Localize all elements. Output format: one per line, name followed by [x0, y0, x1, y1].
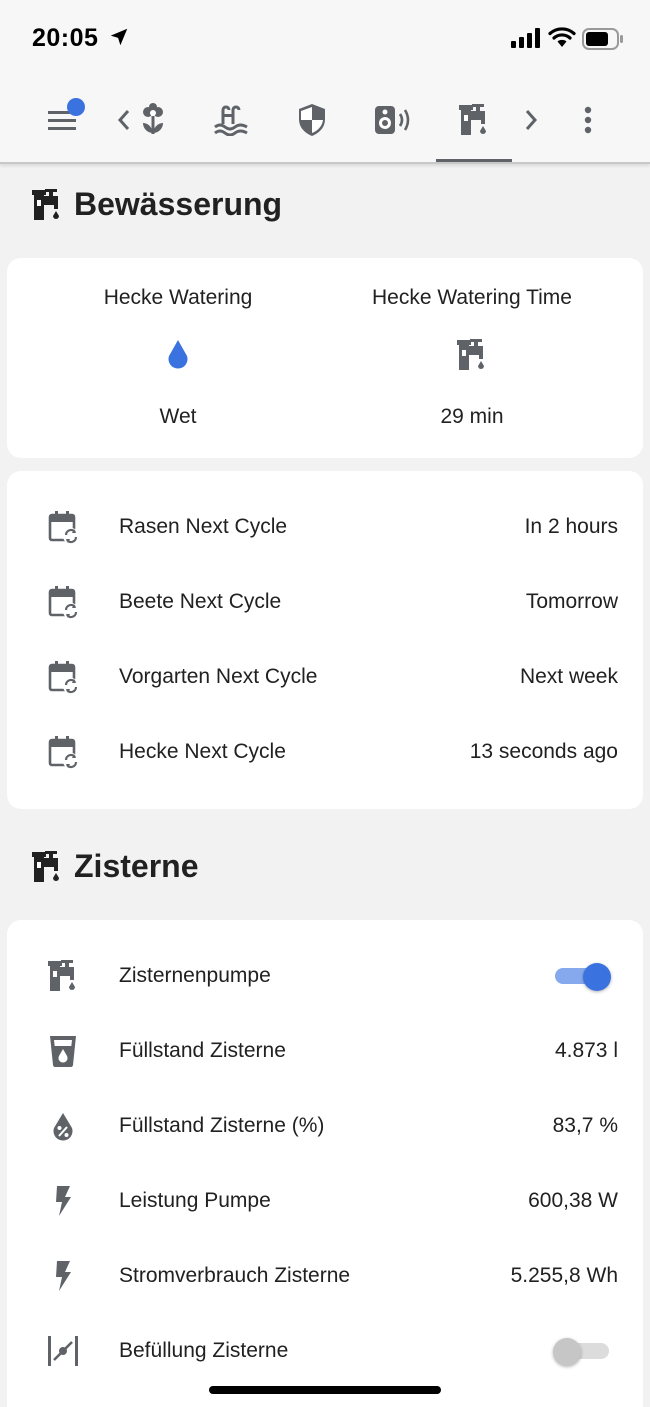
section-title-bewaesserung: Bewässerung: [30, 186, 282, 223]
speaker-icon: [375, 106, 410, 134]
calendar-sync-icon: [48, 510, 79, 544]
entity-row-befuellung-zisterne[interactable]: Befüllung Zisterne: [7, 1313, 643, 1388]
entity-row-zisternenpumpe[interactable]: Zisternenpumpe: [7, 938, 643, 1013]
tab-pool[interactable]: [209, 98, 253, 142]
cellular-signal-icon: [511, 28, 540, 48]
view-tabs-toolbar: [0, 78, 650, 164]
section-title-text: Bewässerung: [74, 186, 283, 222]
more-options-button[interactable]: [566, 98, 610, 142]
entity-name: Leistung Pumpe: [119, 1188, 271, 1212]
entity-name: Beete Next Cycle: [119, 589, 282, 613]
status-time: 20:05: [32, 24, 99, 52]
flash-icon: [56, 1185, 71, 1216]
more-vert-icon: [584, 106, 592, 134]
entity-row-leistung-pumpe[interactable]: Leistung Pumpe 600,38 W: [7, 1163, 643, 1238]
calendar-sync-icon: [48, 660, 79, 694]
water-pump-icon: [48, 959, 75, 991]
water-pump-icon: [32, 188, 59, 220]
entity-name: Füllstand Zisterne: [119, 1038, 286, 1062]
tab-garden[interactable]: [131, 98, 175, 142]
pool-icon: [214, 105, 248, 136]
zisternenpumpe-toggle[interactable]: [553, 962, 611, 991]
home-indicator[interactable]: [209, 1386, 441, 1394]
entity-name: Rasen Next Cycle: [119, 514, 288, 538]
water-pump-icon: [32, 850, 59, 882]
entity-name: Hecke Next Cycle: [119, 739, 286, 763]
next-cycle-card: Rasen Next Cycle In 2 hours Beete Next C…: [7, 471, 643, 809]
entity-row-stromverbrauch-zisterne[interactable]: Stromverbrauch Zisterne 5.255,8 Wh: [7, 1238, 643, 1313]
glance-entity-state: 29 min: [440, 405, 504, 428]
valve-icon: [48, 1335, 78, 1366]
scroll-tabs-right-button[interactable]: [511, 98, 551, 142]
location-arrow-icon: [110, 28, 128, 46]
entity-state: Next week: [519, 664, 618, 688]
zisterne-card: Zisternenpumpe Füllstand Zisterne 4.873 …: [7, 920, 643, 1407]
flower-icon: [143, 103, 163, 134]
chevron-left-icon: [117, 110, 130, 130]
entity-state: 83,7 %: [552, 1113, 618, 1137]
befuellung-zisterne-toggle[interactable]: [553, 1337, 611, 1366]
water-percent-icon: [53, 1112, 73, 1141]
section-title-zisterne: Zisterne: [30, 848, 198, 885]
entity-state: Tomorrow: [525, 589, 618, 613]
entity-name: Füllstand Zisterne (%): [119, 1113, 325, 1137]
calendar-sync-icon: [48, 585, 79, 619]
entity-name: Stromverbrauch Zisterne: [119, 1263, 351, 1287]
entity-row-hecke-next-cycle[interactable]: Hecke Next Cycle 13 seconds ago: [7, 714, 643, 789]
entity-row-rasen-next-cycle[interactable]: Rasen Next Cycle In 2 hours: [7, 489, 643, 564]
active-tab-indicator: [436, 159, 512, 162]
shield-icon: [299, 104, 325, 136]
tab-security[interactable]: [290, 98, 334, 142]
entity-name: Vorgarten Next Cycle: [119, 664, 318, 688]
tab-media[interactable]: [371, 98, 415, 142]
glance-entity-name: Hecke Watering: [103, 286, 253, 309]
water-drop-icon: [168, 340, 188, 369]
battery-icon: [582, 28, 623, 50]
entity-row-fuellstand-zisterne-prozent[interactable]: Füllstand Zisterne (%) 83,7 %: [7, 1088, 643, 1163]
flash-icon: [56, 1260, 71, 1291]
glance-entity-name: Hecke Watering Time: [372, 286, 572, 309]
entity-name: Zisternenpumpe: [119, 963, 271, 987]
entity-state: 5.255,8 Wh: [510, 1263, 618, 1287]
chevron-right-icon: [525, 110, 538, 130]
section-title-text: Zisterne: [74, 848, 199, 884]
entity-row-beete-next-cycle[interactable]: Beete Next Cycle Tomorrow: [7, 564, 643, 639]
glance-entity-state: Wet: [159, 405, 197, 428]
entity-row-fuellstand-zisterne[interactable]: Füllstand Zisterne 4.873 l: [7, 1013, 643, 1088]
entity-row-vorgarten-next-cycle[interactable]: Vorgarten Next Cycle Next week: [7, 639, 643, 714]
entity-state: 4.873 l: [554, 1038, 618, 1062]
water-pump-icon: [459, 104, 486, 135]
glance-card: Hecke Watering Wet Hecke Watering Time 2…: [7, 258, 643, 458]
entity-state: 13 seconds ago: [469, 739, 618, 763]
entity-name: Befüllung Zisterne: [119, 1338, 289, 1362]
entity-state: In 2 hours: [524, 514, 618, 538]
calendar-sync-icon: [48, 735, 79, 769]
notification-badge: [67, 98, 85, 116]
wifi-icon: [548, 27, 576, 47]
water-pump-icon: [457, 339, 484, 370]
tab-irrigation[interactable]: [452, 98, 496, 142]
status-bar: 20:05: [0, 0, 650, 78]
entity-state: 600,38 W: [528, 1188, 618, 1212]
cup-water-icon: [50, 1035, 76, 1067]
